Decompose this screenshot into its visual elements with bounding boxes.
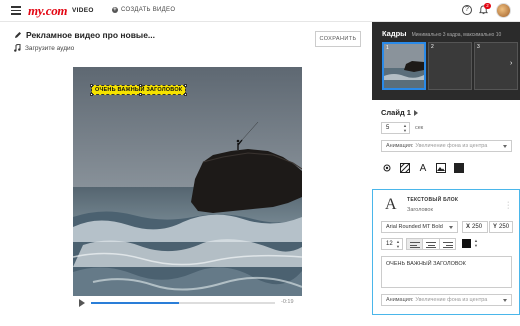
- chevron-down-icon: [503, 299, 507, 302]
- resize-handle[interactable]: [184, 84, 188, 87]
- project-title-row[interactable]: Рекламное видео про новые...: [14, 30, 155, 40]
- y-label: Y: [493, 224, 498, 230]
- chevron-right-icon[interactable]: ›: [510, 60, 512, 67]
- align-right-button[interactable]: [440, 239, 455, 249]
- menu-icon[interactable]: [11, 6, 21, 15]
- upload-audio-label: Загрузите аудио: [25, 44, 75, 52]
- frame-thumbnail[interactable]: 2: [428, 42, 472, 90]
- frame-thumbnail[interactable]: 1: [382, 42, 426, 90]
- help-icon[interactable]: ?: [462, 5, 472, 15]
- text-block-title: ТЕКСТОВЫЙ БЛОК: [407, 197, 459, 203]
- progress-bar[interactable]: [91, 302, 275, 304]
- x-label: X: [466, 224, 471, 230]
- animation-value: Увеличение фона из центра: [415, 297, 488, 303]
- resize-handle[interactable]: [138, 93, 142, 96]
- frames-panel: Кадры Минимально 3 кадра, максимально 10…: [372, 22, 520, 100]
- chevron-down-icon: [503, 145, 507, 148]
- resize-handle[interactable]: [184, 93, 188, 96]
- y-position-field[interactable]: Y 250: [489, 221, 513, 233]
- progress-fill: [91, 302, 180, 304]
- animation-label: Анимация:: [386, 143, 414, 149]
- text-block-subtitle: Заголовок: [407, 207, 433, 213]
- notification-badge: 2: [484, 3, 491, 9]
- logo-suffix: VIDEO: [72, 7, 94, 14]
- duration-unit: сек: [415, 125, 424, 131]
- pattern-icon[interactable]: [399, 162, 411, 174]
- text-content-field[interactable]: ОЧЕНЬ ВАЖНЫЙ ЗАГОЛОВОК: [381, 256, 512, 288]
- upload-audio-link[interactable]: Загрузите аудио: [14, 44, 74, 52]
- duration-value: 5: [386, 125, 390, 131]
- video-player-controls: -0:19: [73, 296, 302, 310]
- save-button[interactable]: СОХРАНИТЬ: [315, 31, 361, 47]
- slide-tools: A: [381, 162, 465, 174]
- font-value: Arial Rounded MT Bold: [386, 224, 443, 230]
- y-value: 250: [499, 224, 510, 230]
- plus-icon: +: [112, 7, 118, 13]
- frame-number: 2: [431, 44, 434, 50]
- x-position-field[interactable]: X 250: [462, 221, 488, 233]
- stepper-arrows-icon[interactable]: ▲ ▼: [403, 123, 407, 133]
- frame-thumbnail-image: [384, 44, 424, 88]
- image-icon[interactable]: [435, 162, 447, 174]
- time-remaining: -0:19: [281, 299, 294, 305]
- duration-stepper[interactable]: 5 ▲ ▼: [381, 122, 410, 134]
- more-options-icon[interactable]: · · ·: [507, 199, 509, 212]
- text-block-icon: A: [385, 196, 397, 213]
- slide-title-label: Слайд 1: [381, 108, 411, 117]
- slide-animation-select[interactable]: Анимация: Увеличение фона из центра: [381, 140, 512, 152]
- play-icon[interactable]: [79, 299, 85, 307]
- text-animation-select[interactable]: Анимация: Увеличение фона из центра: [381, 294, 512, 306]
- resize-handle[interactable]: [90, 93, 93, 96]
- pencil-icon[interactable]: [14, 31, 22, 39]
- align-left-button[interactable]: [407, 239, 424, 249]
- color-square-icon[interactable]: [453, 162, 465, 174]
- create-video-label: СОЗДАТЬ ВИДЕО: [121, 7, 176, 13]
- avatar[interactable]: [496, 3, 511, 18]
- animation-value: Увеличение фона из центра: [415, 143, 488, 149]
- frame-number: 1: [386, 45, 389, 51]
- frame-number: 3: [477, 44, 480, 50]
- headline-text-box[interactable]: ОЧЕНЬ ВАЖНЫЙ ЗАГОЛОВОК: [90, 84, 188, 96]
- text-color-swatch[interactable]: [462, 239, 471, 248]
- font-size-stepper[interactable]: 12 ▲ ▼: [381, 238, 403, 250]
- create-video-link[interactable]: + СОЗДАТЬ ВИДЕО: [112, 7, 175, 13]
- resize-handle[interactable]: [138, 84, 142, 87]
- resize-handle[interactable]: [90, 84, 93, 87]
- project-title: Рекламное видео про новые...: [26, 30, 156, 40]
- text-align-group: [406, 238, 456, 250]
- font-select[interactable]: Arial Rounded MT Bold: [381, 221, 458, 233]
- chevron-down-icon: [449, 226, 453, 229]
- ocean-cliff-image: [73, 67, 302, 296]
- font-size-value: 12: [386, 241, 393, 247]
- text-tool-icon[interactable]: A: [417, 162, 429, 174]
- x-value: 250: [472, 224, 483, 230]
- stepper-arrows-icon[interactable]: ▲ ▼: [396, 239, 400, 249]
- play-slide-icon[interactable]: [413, 109, 418, 116]
- logo[interactable]: my.com: [28, 3, 68, 19]
- align-center-button[interactable]: [423, 239, 440, 249]
- top-bar: my.com VIDEO + СОЗДАТЬ ВИДЕО ? 2: [0, 0, 520, 22]
- stepper-arrows-icon[interactable]: ▲ ▼: [474, 238, 478, 248]
- target-icon[interactable]: [381, 162, 393, 174]
- frames-title: Кадры: [382, 29, 407, 38]
- music-note-icon: [14, 44, 21, 52]
- animation-label: Анимация:: [386, 297, 414, 303]
- frames-subtitle: Минимально 3 кадра, максимально 10: [411, 32, 502, 38]
- video-preview[interactable]: [73, 67, 302, 296]
- slide-title[interactable]: Слайд 1: [381, 108, 418, 117]
